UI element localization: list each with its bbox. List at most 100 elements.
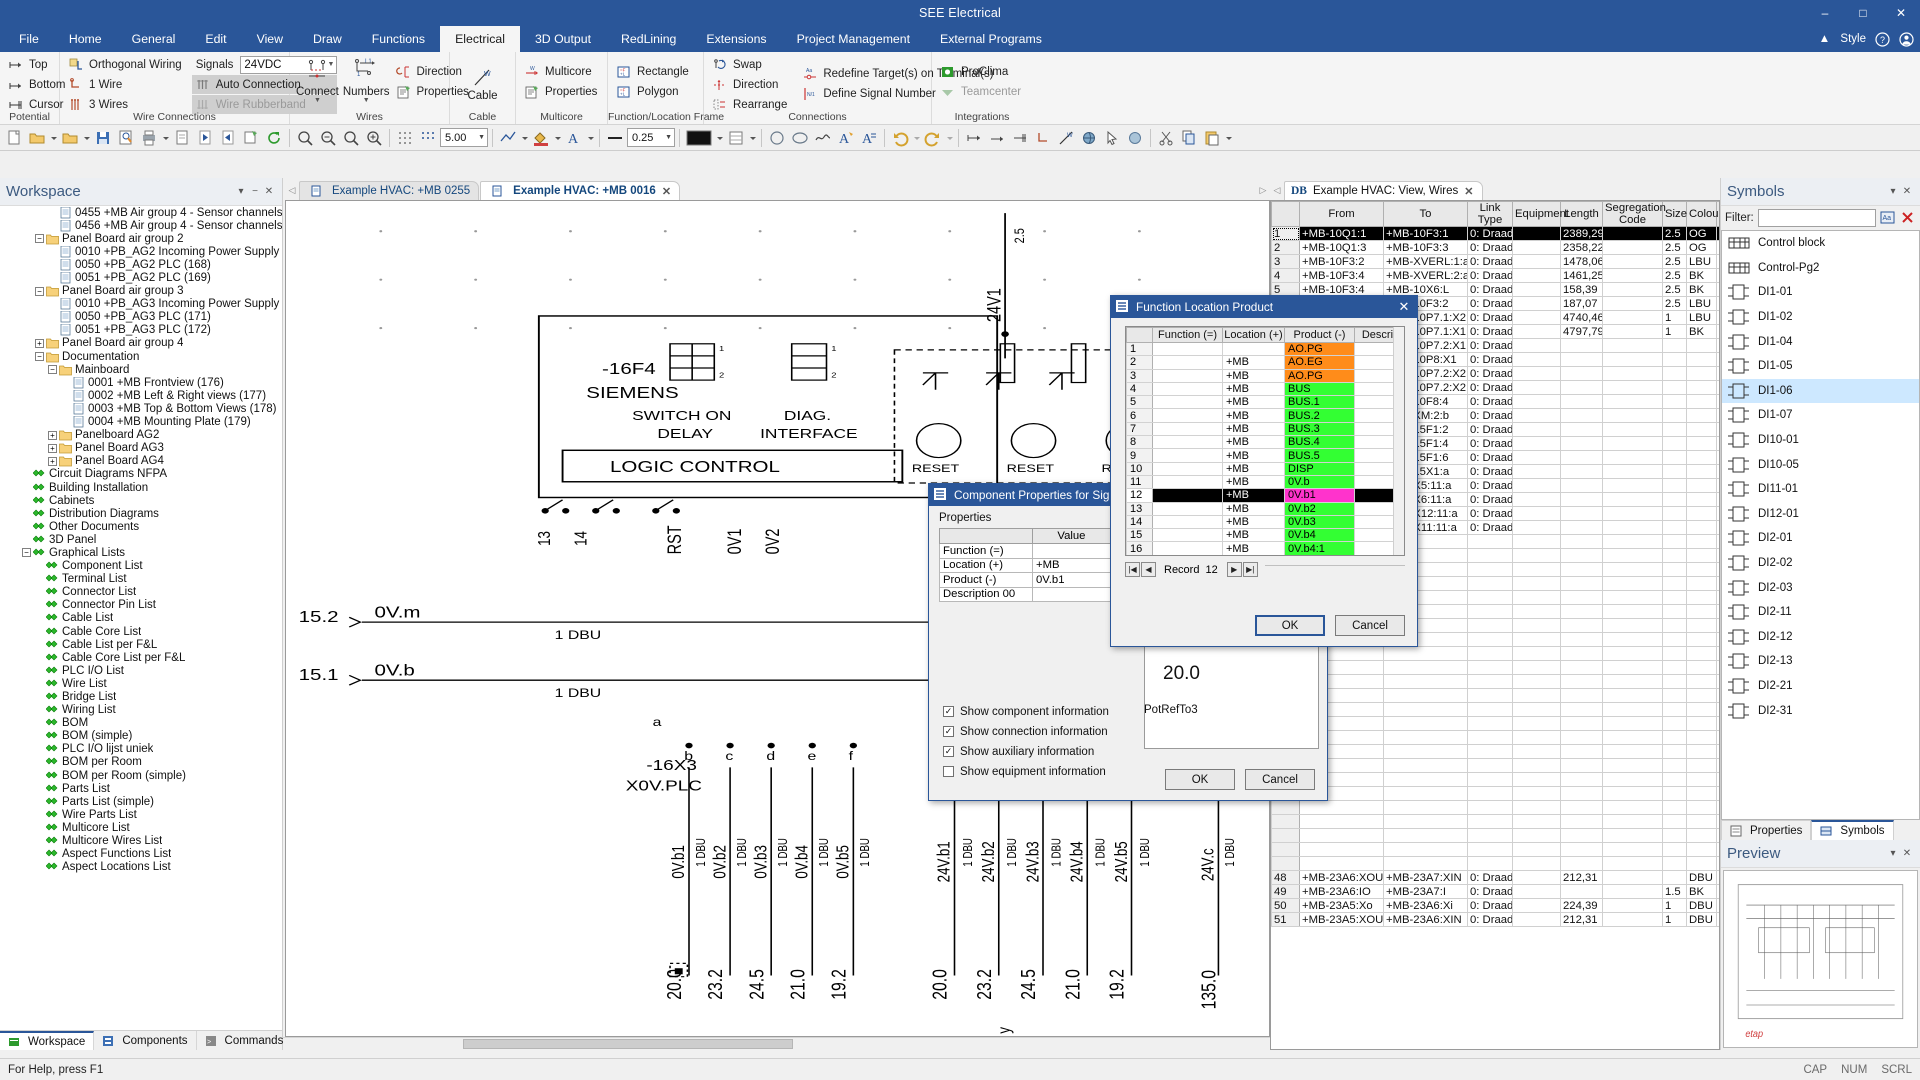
table-row[interactable] [1271,772,1719,787]
cell-num[interactable]: 120 [1716,240,1719,255]
symbol-list-item[interactable]: DI2-01 [1722,526,1919,551]
cell-colour[interactable] [1686,394,1717,409]
table-row[interactable]: 48 +MB-23A6:XOU +MB-23A7:XIN 0: Draad 212,31… [1271,870,1719,885]
grid-header-cell[interactable]: Segregation Code [1602,201,1666,227]
cell-colour[interactable] [1686,772,1717,787]
cell-equip[interactable] [1512,604,1561,619]
cell-link[interactable]: 0: Draad [1467,436,1513,451]
refresh-icon[interactable] [263,127,285,149]
property-value[interactable]: 0V.b1 [1032,572,1111,588]
flp-cell-product[interactable]: BUS [1284,381,1355,397]
checkbox[interactable]: ✓ [943,746,954,757]
cell-len[interactable] [1560,814,1603,829]
tree-item[interactable]: + Panel Board AG3 [0,442,282,455]
cell-to[interactable]: +MB-10F3:1 [1383,226,1468,241]
cell-equip[interactable] [1512,618,1561,633]
cell-size[interactable] [1662,856,1687,871]
tree-item[interactable]: 0050 +PB_AG3 PLC (171) [0,310,282,324]
table-row[interactable]: 4 +MB-10F3:4 +MB-XVERL:2:a 0: Draad 1461,25 2… [1271,268,1719,283]
rectangle-frame-button[interactable]: =F +L Rectangle [613,62,695,81]
cell-len[interactable] [1560,856,1603,871]
cell-seg[interactable] [1602,534,1663,549]
cell-len[interactable] [1560,338,1603,353]
prev-record-button[interactable]: ◀ [1141,562,1156,577]
table-row[interactable] [1271,758,1719,773]
symbol-list-item[interactable]: DI2-03 [1722,575,1919,600]
tree-item[interactable]: + Panelboard AG2 [0,429,282,442]
cell-from[interactable] [1299,842,1384,857]
cell-len[interactable]: 187,07 [1560,296,1603,311]
cell-size[interactable]: 2.5 [1662,254,1687,269]
table-row[interactable]: 51 +MB-23A5:XOU +MB-23A6:XIN 0: Draad 212,31… [1271,912,1719,927]
cell-equip[interactable] [1512,520,1561,535]
cell-len[interactable] [1560,506,1603,521]
cell-to[interactable] [1383,702,1468,717]
symbol-list-item[interactable]: DI2-11 [1722,600,1919,625]
flp-row[interactable]: 2 +MB AO.EG [1126,355,1404,370]
symbol-list-item[interactable]: DI2-13 [1722,649,1919,674]
symbols-close-icon[interactable]: ✕ [1900,186,1914,197]
tree-item[interactable]: Building Installation [0,481,282,494]
cell-num[interactable] [1716,464,1719,479]
cell-len[interactable] [1560,464,1603,479]
flp-cell-product[interactable]: BUS.4 [1284,435,1355,450]
cell-colour[interactable] [1686,492,1717,507]
cell-link[interactable] [1467,814,1513,829]
table-row[interactable] [1271,842,1719,857]
flp-cell-function[interactable] [1152,408,1223,423]
cell-size[interactable] [1662,758,1687,773]
cell-size[interactable]: 1 [1662,912,1687,927]
preview-menu-icon[interactable]: ▾ [1886,848,1900,859]
cell-seg[interactable] [1602,744,1663,759]
cell-equip[interactable] [1512,828,1561,843]
cell-to[interactable] [1383,800,1468,815]
grid-size-combo[interactable]: 5.00 ▼ [440,128,488,147]
cell-link[interactable]: 0: Draad [1467,352,1513,367]
cell-size[interactable]: 2.5 [1662,282,1687,297]
cell-size[interactable] [1662,492,1687,507]
cell-num[interactable] [1716,408,1719,423]
cell-num[interactable] [1716,380,1719,395]
multi-text-icon[interactable]: A [858,127,880,149]
symbol-list-item[interactable]: DI2-31 [1722,698,1919,723]
close-icon[interactable]: ✕ [1395,299,1413,315]
cell-len[interactable] [1560,562,1603,577]
flp-cell-function[interactable] [1152,474,1223,490]
cell-link[interactable] [1467,856,1513,871]
cell-colour[interactable] [1686,506,1717,521]
tree-expander-icon[interactable]: − [48,365,57,375]
tree-item[interactable]: Multicore List [0,821,282,834]
cell-seg[interactable] [1602,786,1663,801]
flp-cancel-button[interactable]: Cancel [1335,615,1405,636]
flp-cell-location[interactable]: +MB [1222,355,1285,370]
fill-color-icon[interactable] [530,127,552,149]
potential-cursor-icon[interactable] [1009,127,1031,149]
flp-row[interactable]: 13 +MB 0V.b2 [1126,501,1404,516]
cell-colour[interactable] [1686,534,1717,549]
cell-link[interactable] [1467,702,1513,717]
cell-link[interactable]: 0: Draad [1467,310,1513,325]
flp-row[interactable]: 8 +MB BUS.4 [1126,435,1404,450]
tree-item[interactable]: BOM per Room (simple) [0,769,282,782]
cell-equip[interactable] [1512,254,1561,269]
workspace-close-icon[interactable]: ✕ [262,186,276,197]
grid-header-cell[interactable]: Size [1662,201,1687,227]
preview-close-icon[interactable]: ✕ [1900,848,1914,859]
close-icon[interactable]: ✕ [1464,185,1473,198]
cell-len[interactable] [1560,520,1603,535]
one-wire-button[interactable]: 1 Wire [65,75,188,94]
cell-link[interactable]: 0: Draad [1467,282,1513,297]
flp-row[interactable]: 9 +MB BUS.5 [1126,448,1404,463]
cell-num[interactable]: 611 [1716,282,1719,297]
tree-item[interactable]: BOM per Room [0,756,282,769]
cell-link[interactable] [1467,548,1513,563]
teamcenter-button[interactable]: Teamcenter [937,82,1027,101]
cell-link[interactable] [1467,660,1513,675]
flp-cell-product[interactable]: 0V.b2 [1284,501,1355,516]
cell-seg[interactable] [1602,604,1663,619]
redo-dropdown-icon[interactable] [945,127,954,149]
menu-item-file[interactable]: File [4,26,54,52]
tree-item[interactable]: PLC I/O List [0,664,282,677]
tree-expander-icon[interactable]: − [35,286,44,296]
cell-seg[interactable] [1602,576,1663,591]
